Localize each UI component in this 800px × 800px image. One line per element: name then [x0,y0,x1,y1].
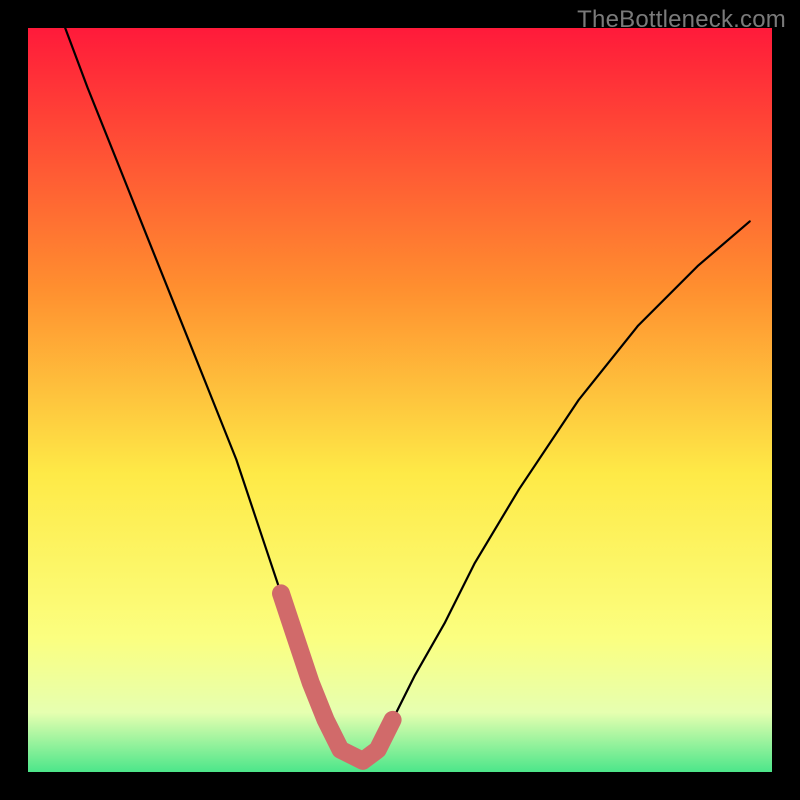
plot-area [28,28,772,772]
chart-stage: TheBottleneck.com [0,0,800,800]
bottleneck-chart [0,0,800,800]
watermark-text: TheBottleneck.com [577,6,786,34]
